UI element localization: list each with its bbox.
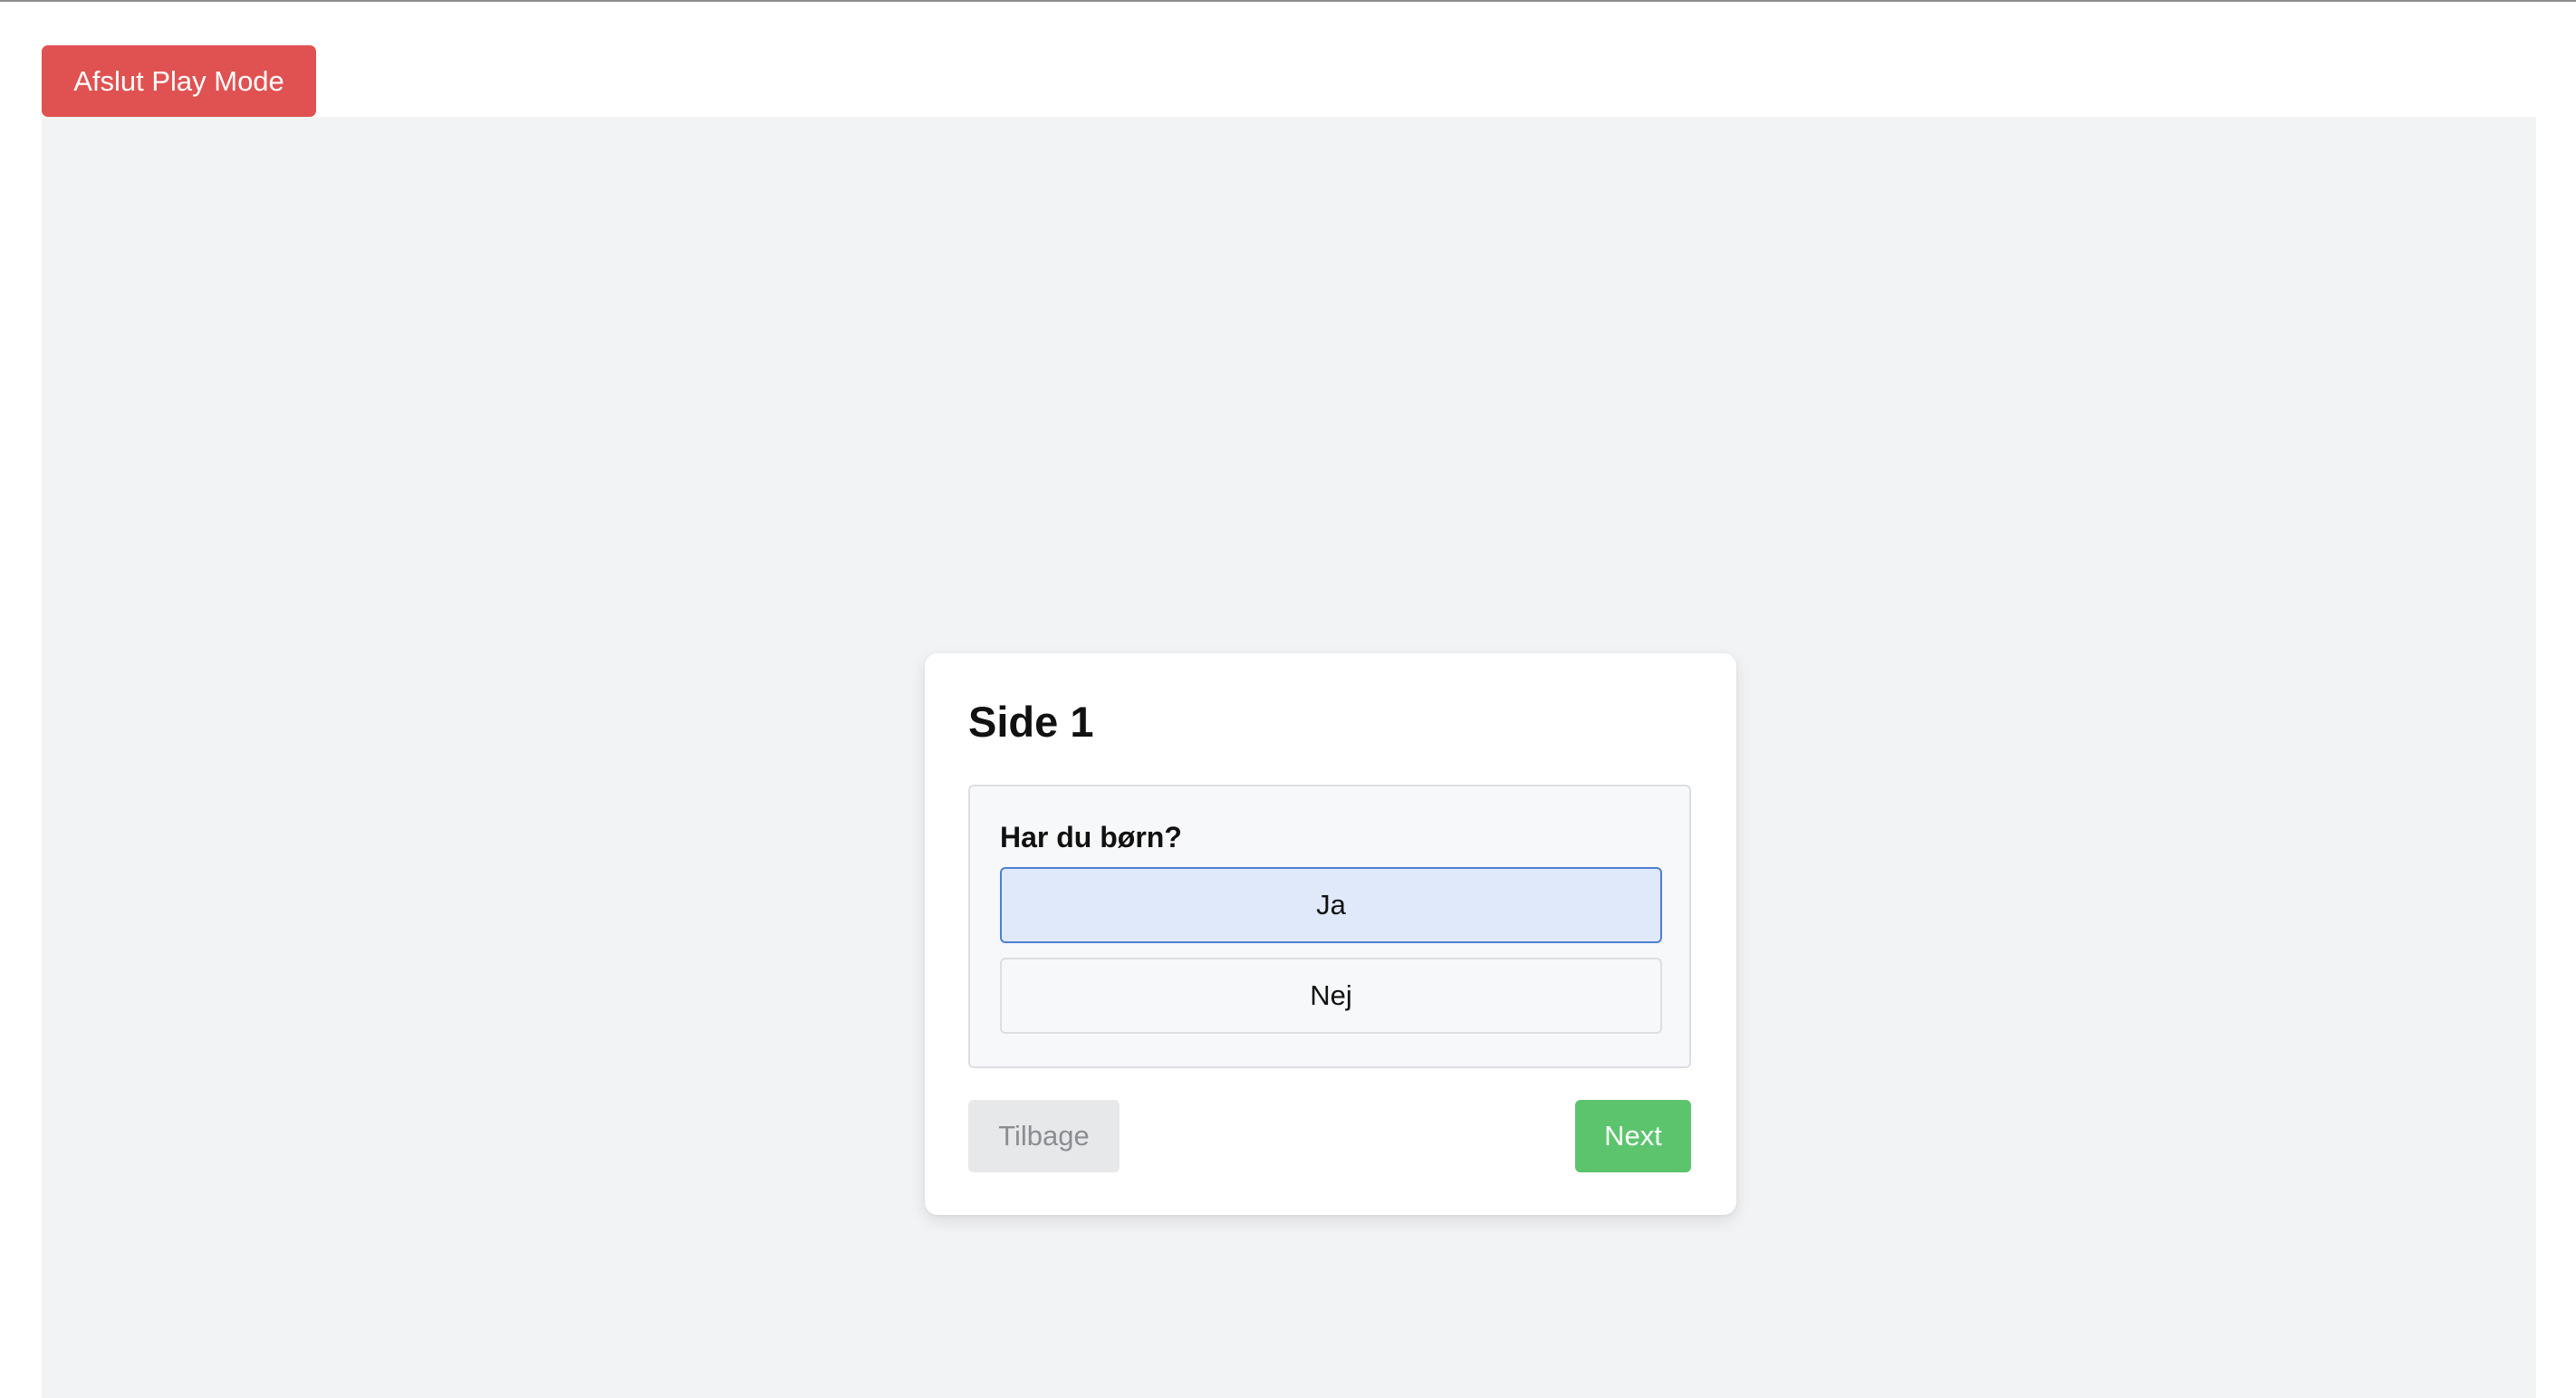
top-divider (0, 0, 2576, 2)
question-box: Har du børn? Ja Nej (968, 785, 1691, 1068)
page-title: Side 1 (968, 698, 1094, 746)
question-label: Har du børn? (1000, 821, 1182, 853)
back-button[interactable]: Tilbage (968, 1100, 1120, 1172)
answer-option-ja[interactable]: Ja (1000, 867, 1662, 943)
answer-option-nej[interactable]: Nej (1000, 958, 1662, 1034)
survey-card: Side 1 Har du børn? Ja Nej Tilbage Next (925, 653, 1736, 1215)
next-button[interactable]: Next (1575, 1100, 1691, 1172)
preview-stage: Side 1 Har du børn? Ja Nej Tilbage Next (42, 117, 2536, 1398)
exit-play-mode-button[interactable]: Afslut Play Mode (42, 45, 316, 117)
